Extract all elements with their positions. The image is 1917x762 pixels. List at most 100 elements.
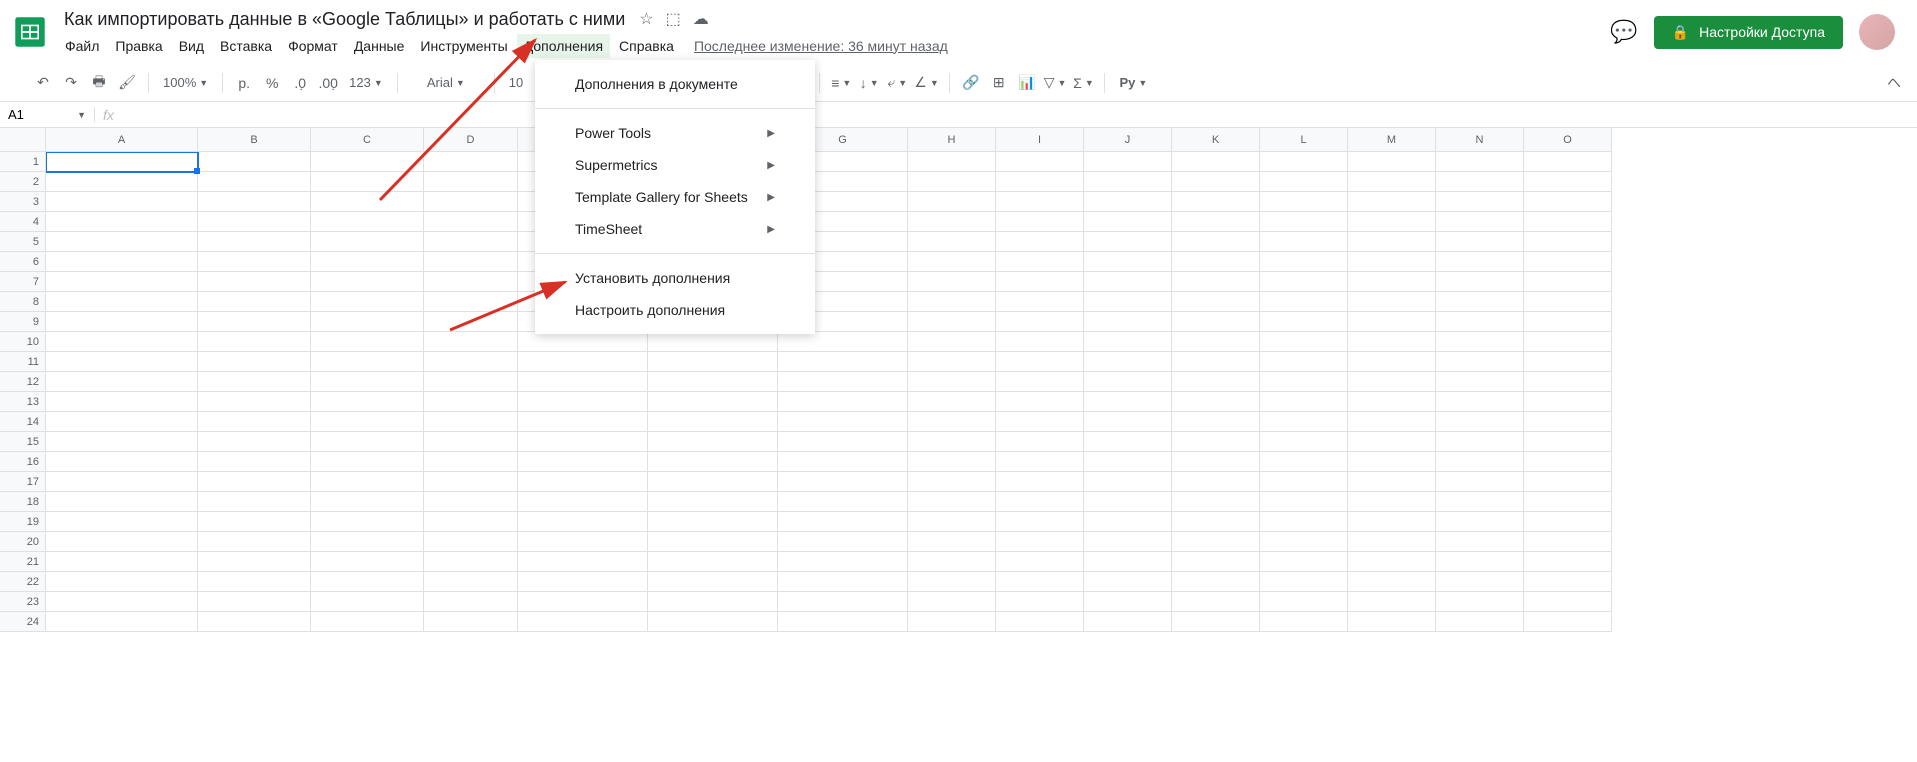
comment-button[interactable]: ⊞ xyxy=(986,70,1012,96)
cell[interactable] xyxy=(1436,272,1524,292)
row-header-23[interactable]: 23 xyxy=(0,592,46,612)
cell[interactable] xyxy=(311,452,424,472)
cell[interactable] xyxy=(198,372,311,392)
cell[interactable] xyxy=(996,312,1084,332)
cell[interactable] xyxy=(518,412,648,432)
cell[interactable] xyxy=(1260,292,1348,312)
share-button[interactable]: 🔒 Настройки Доступа xyxy=(1654,16,1843,49)
cell[interactable] xyxy=(311,292,424,312)
col-header-N[interactable]: N xyxy=(1436,128,1524,152)
cell[interactable] xyxy=(778,472,908,492)
cell[interactable] xyxy=(1436,192,1524,212)
cell[interactable] xyxy=(1260,612,1348,632)
cell[interactable] xyxy=(908,332,996,352)
cell[interactable] xyxy=(46,232,198,252)
cell[interactable] xyxy=(1084,452,1172,472)
cell[interactable] xyxy=(46,332,198,352)
cell[interactable] xyxy=(424,292,518,312)
cell[interactable] xyxy=(1348,532,1436,552)
cell[interactable] xyxy=(1436,312,1524,332)
cell[interactable] xyxy=(518,432,648,452)
row-header-6[interactable]: 6 xyxy=(0,252,46,272)
cell[interactable] xyxy=(424,272,518,292)
menu-формат[interactable]: Формат xyxy=(281,34,345,58)
cell[interactable] xyxy=(1172,272,1260,292)
cell[interactable] xyxy=(648,352,778,372)
cell[interactable] xyxy=(778,412,908,432)
cell[interactable] xyxy=(1084,612,1172,632)
cell[interactable] xyxy=(1260,192,1348,212)
cell[interactable] xyxy=(908,532,996,552)
cell[interactable] xyxy=(46,292,198,312)
cell[interactable] xyxy=(1260,432,1348,452)
row-header-9[interactable]: 9 xyxy=(0,312,46,332)
cell[interactable] xyxy=(311,372,424,392)
cell[interactable] xyxy=(1260,152,1348,172)
cell[interactable] xyxy=(1172,412,1260,432)
cell[interactable] xyxy=(518,532,648,552)
cell[interactable] xyxy=(518,552,648,572)
col-header-I[interactable]: I xyxy=(996,128,1084,152)
cell[interactable] xyxy=(424,572,518,592)
cell[interactable] xyxy=(908,452,996,472)
cell[interactable] xyxy=(311,532,424,552)
cell[interactable] xyxy=(1348,232,1436,252)
cell[interactable] xyxy=(424,192,518,212)
cell[interactable] xyxy=(1260,312,1348,332)
cell[interactable] xyxy=(1524,392,1612,412)
cell[interactable] xyxy=(198,312,311,332)
number-format-select[interactable]: 123▼ xyxy=(343,70,389,96)
cell[interactable] xyxy=(1348,592,1436,612)
cell[interactable] xyxy=(1436,212,1524,232)
cell[interactable] xyxy=(996,332,1084,352)
cell[interactable] xyxy=(1348,252,1436,272)
avatar[interactable] xyxy=(1859,14,1895,50)
cell[interactable] xyxy=(996,432,1084,452)
undo-button[interactable]: ↶ xyxy=(30,70,56,96)
cell[interactable] xyxy=(424,352,518,372)
cell[interactable] xyxy=(46,152,198,172)
cell[interactable] xyxy=(1260,392,1348,412)
cell[interactable] xyxy=(1436,252,1524,272)
cell[interactable] xyxy=(518,452,648,472)
row-header-8[interactable]: 8 xyxy=(0,292,46,312)
wrap-button[interactable]: ⤶▼ xyxy=(884,70,910,96)
cell[interactable] xyxy=(908,232,996,252)
cell[interactable] xyxy=(1436,532,1524,552)
cell[interactable] xyxy=(311,312,424,332)
cell[interactable] xyxy=(1348,492,1436,512)
cell[interactable] xyxy=(1260,552,1348,572)
cell[interactable] xyxy=(1348,392,1436,412)
cell[interactable] xyxy=(908,552,996,572)
decrease-decimal-button[interactable]: .0̣ xyxy=(287,70,313,96)
cell[interactable] xyxy=(311,472,424,492)
cell[interactable] xyxy=(1172,192,1260,212)
valign-button[interactable]: ↓▼ xyxy=(856,70,882,96)
cell[interactable] xyxy=(996,472,1084,492)
cell[interactable] xyxy=(46,192,198,212)
cell[interactable] xyxy=(1084,192,1172,212)
cell[interactable] xyxy=(424,512,518,532)
cell[interactable] xyxy=(1260,332,1348,352)
align-button[interactable]: ≡▼ xyxy=(828,70,854,96)
cell[interactable] xyxy=(778,372,908,392)
filter-button[interactable]: ▽▼ xyxy=(1042,70,1069,96)
cell[interactable] xyxy=(778,552,908,572)
cell[interactable] xyxy=(908,172,996,192)
cell[interactable] xyxy=(311,432,424,452)
cell[interactable] xyxy=(1436,412,1524,432)
cell[interactable] xyxy=(1436,552,1524,572)
py-button[interactable]: Рy▼ xyxy=(1113,70,1153,96)
last-edit[interactable]: Последнее изменение: 36 минут назад xyxy=(687,34,955,58)
cell[interactable] xyxy=(46,492,198,512)
cell[interactable] xyxy=(311,352,424,372)
cell[interactable] xyxy=(46,512,198,532)
cell[interactable] xyxy=(1084,432,1172,452)
dropdown-item[interactable]: Установить дополнения xyxy=(535,262,815,294)
cell[interactable] xyxy=(1260,252,1348,272)
cell[interactable] xyxy=(198,292,311,312)
cell[interactable] xyxy=(311,232,424,252)
cell[interactable] xyxy=(1260,172,1348,192)
cell[interactable] xyxy=(1524,492,1612,512)
cell[interactable] xyxy=(996,372,1084,392)
